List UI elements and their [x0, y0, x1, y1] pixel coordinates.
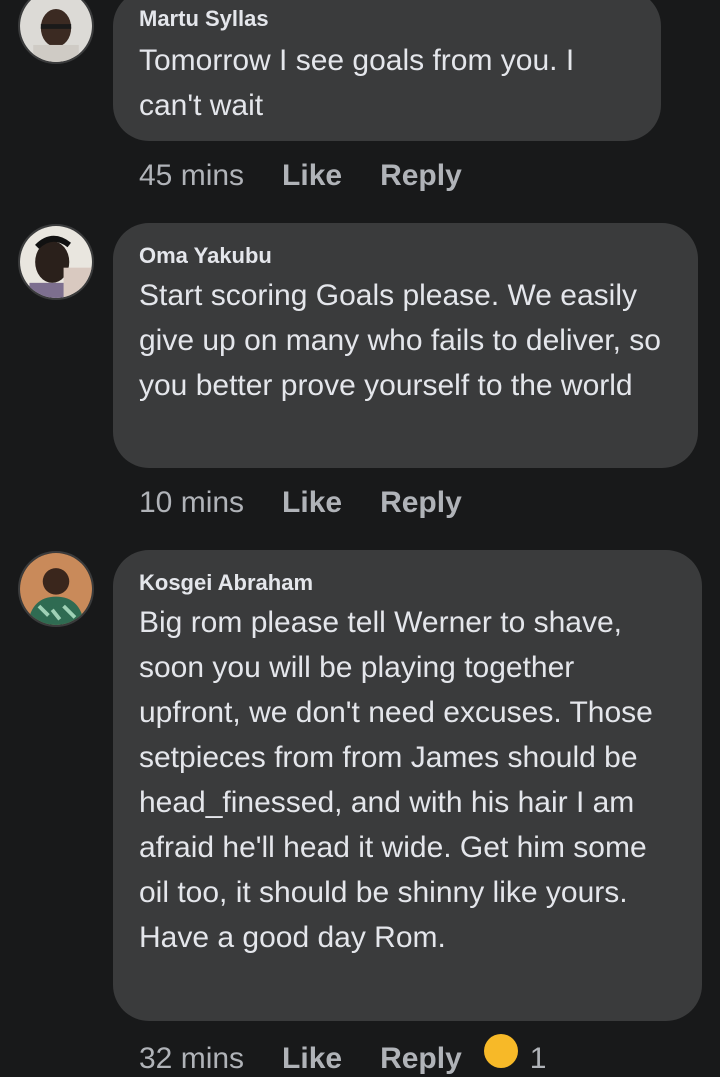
avatar[interactable] — [18, 224, 94, 300]
profile-photo-icon — [20, 553, 92, 625]
avatar[interactable] — [18, 0, 94, 64]
comment-author[interactable]: Martu Syllas — [139, 6, 637, 32]
like-button[interactable]: Like — [282, 1041, 342, 1077]
comment-text: Big rom please tell Werner to shave, soo… — [139, 606, 653, 954]
comment-bubble: Kosgei Abraham Big rom please tell Werne… — [113, 550, 702, 1021]
comment-author[interactable]: Kosgei Abraham — [139, 570, 678, 596]
profile-photo-icon — [20, 226, 92, 298]
like-button[interactable]: Like — [282, 158, 342, 194]
comment-actions: 10 mins Like Reply — [139, 485, 462, 521]
avatar[interactable] — [18, 551, 94, 627]
reaction-count: 1 — [529, 1042, 547, 1075]
like-button[interactable]: Like — [282, 485, 342, 521]
comment-text: Tomorrow I see goals from you. I can't w… — [139, 44, 575, 122]
comment-bubble: Martu Syllas Tomorrow I see goals from y… — [113, 0, 661, 141]
comment-actions: 45 mins Like Reply — [139, 158, 462, 194]
comment-text: Start scoring Goals please. We easily gi… — [139, 279, 661, 402]
comment-bubble: Oma Yakubu Start scoring Goals please. W… — [113, 223, 698, 468]
comment-timestamp[interactable]: 45 mins — [139, 158, 244, 194]
laughing-emoji-icon — [483, 1034, 518, 1068]
profile-photo-icon — [20, 0, 92, 62]
reaction-summary[interactable]: 1 — [483, 1034, 547, 1077]
reply-button[interactable]: Reply — [380, 1041, 462, 1077]
comment-author[interactable]: Oma Yakubu — [139, 243, 674, 269]
comment-actions: 32 mins Like Reply 1 — [139, 1034, 546, 1077]
comment-timestamp[interactable]: 10 mins — [139, 485, 244, 521]
comment-timestamp[interactable]: 32 mins — [139, 1041, 244, 1077]
reply-button[interactable]: Reply — [380, 485, 462, 521]
reply-button[interactable]: Reply — [380, 158, 462, 194]
